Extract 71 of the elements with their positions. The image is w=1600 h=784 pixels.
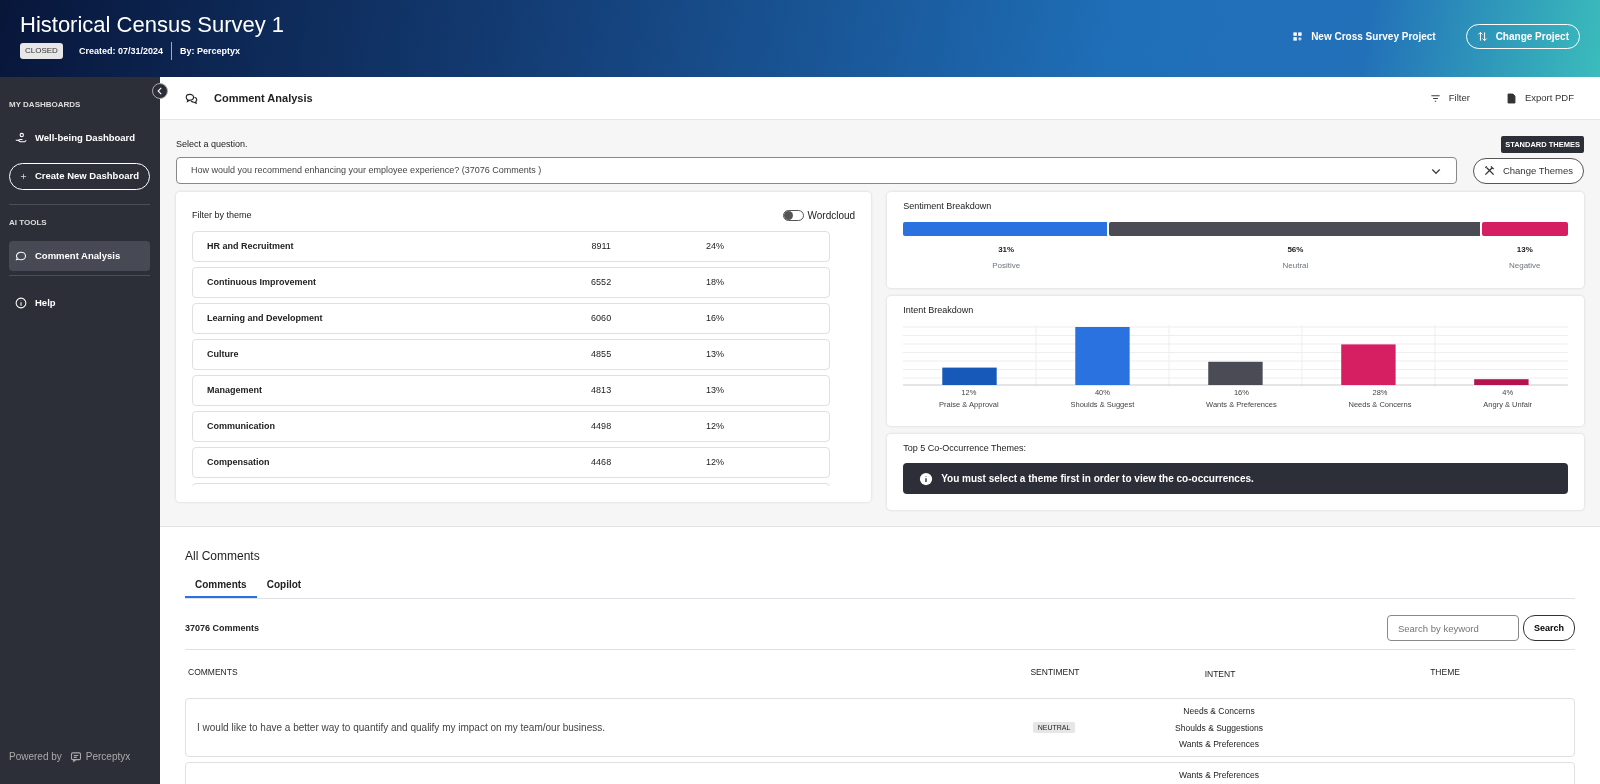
section-heading: AI TOOLS xyxy=(9,216,48,229)
section-title: All Comments xyxy=(185,548,261,566)
change-themes-button[interactable]: Change Themes xyxy=(1472,157,1584,184)
sentiment-label: Neutral xyxy=(1281,259,1310,272)
filter-button[interactable]: Filter xyxy=(1423,89,1476,107)
bar xyxy=(1208,362,1263,386)
project-title: Historical Census Survey 1 xyxy=(20,12,285,39)
intent-label: Wants & Preferences xyxy=(1178,768,1260,782)
column-header: THEME xyxy=(1429,666,1461,680)
status-badge: CLOSED xyxy=(20,43,63,60)
theme-row[interactable]: Compensation 4468 12% xyxy=(192,447,831,479)
theme-row[interactable]: Culture 4855 13% xyxy=(192,339,831,371)
intent-label: Needs & Concerns xyxy=(1182,705,1256,719)
column-header: SENTIMENT xyxy=(1029,666,1081,680)
question-select[interactable]: How would you recommend enhancing your employee experience? (37076 Comments ) xyxy=(176,157,1457,185)
card-title: Intent Breakdown xyxy=(903,303,975,317)
toggle-label: Wordcloud xyxy=(807,209,856,224)
alert-message: You must select a theme first in order to view the co-occurrences. xyxy=(941,472,1254,487)
theme-row[interactable]: Learning and Development 6060 16% xyxy=(192,303,831,335)
bar xyxy=(942,367,997,386)
card-title: Top 5 Co-Occurrence Themes: xyxy=(903,441,1027,455)
comment-text: I would like to have a better way to quantify and qualify my impact on my team/our business. xyxy=(197,722,605,734)
chevron-left-icon xyxy=(155,86,165,96)
sentiment-label: Negative xyxy=(1508,259,1542,272)
wordcloud-toggle[interactable] xyxy=(782,210,804,222)
theme-row[interactable]: Continuous Improvement 6552 18% xyxy=(192,267,831,299)
search-button[interactable]: Search xyxy=(1522,615,1575,642)
card-title: Sentiment Breakdown xyxy=(903,200,993,214)
author: By: Perceptyx xyxy=(179,44,240,58)
logo-icon xyxy=(69,750,82,763)
collapse-button[interactable] xyxy=(152,83,168,99)
percent-label: 31% xyxy=(997,243,1016,256)
chat-icon xyxy=(15,249,27,262)
hand-icon xyxy=(15,132,27,145)
info-icon xyxy=(919,471,934,486)
column-header: COMMENTS xyxy=(187,666,239,680)
page-title: Comment Analysis xyxy=(214,90,313,106)
powered-by-label: Powered by xyxy=(9,750,62,764)
percent-label: 56% xyxy=(1286,243,1305,256)
intent-label: Wants & Preferences xyxy=(1178,737,1260,751)
filter-icon xyxy=(1429,92,1441,104)
theme-row[interactable]: Management 4813 13% xyxy=(192,375,831,407)
question-label: Select a question. xyxy=(176,137,248,151)
sidebar-item[interactable]: Help xyxy=(9,287,150,318)
bar xyxy=(1474,379,1529,386)
brand-name: Perceptyx xyxy=(85,750,131,764)
chat-bubbles-icon xyxy=(185,91,198,105)
sidebar-item[interactable]: Well-being Dashboard xyxy=(9,123,150,154)
bar xyxy=(1341,344,1396,386)
column-header: INTENT xyxy=(1203,668,1237,682)
tools-icon xyxy=(1483,165,1495,177)
swap-icon xyxy=(1476,31,1488,42)
section-heading: MY DASHBOARDS xyxy=(9,99,82,111)
export-button[interactable]: Export PDF xyxy=(1499,89,1580,107)
tab[interactable]: Copilot xyxy=(256,573,312,599)
card-title: Filter by theme xyxy=(192,209,252,222)
new-project-link[interactable]: New Cross Survey Project xyxy=(1286,28,1442,45)
search-field[interactable]: Search by keyword xyxy=(1386,615,1519,642)
document-icon xyxy=(1505,92,1517,104)
theme-row[interactable]: HR and Recruitment 8911 24% xyxy=(192,231,831,263)
grid-icon xyxy=(1292,31,1304,42)
sidebar-item[interactable]: Comment Analysis xyxy=(9,240,150,271)
theme-row[interactable]: Communication 4498 12% xyxy=(192,411,831,443)
percent-label: 13% xyxy=(1515,243,1534,256)
comment-count: 37076 Comments xyxy=(185,621,260,635)
tab[interactable]: Comments xyxy=(185,573,257,599)
created-date: Created: 07/31/2024 xyxy=(78,44,163,58)
bar xyxy=(1075,327,1130,386)
info-icon xyxy=(15,296,27,309)
sentiment-label: Positive xyxy=(991,259,1022,272)
intent-label: Shoulds & Suggestions xyxy=(1174,721,1264,735)
